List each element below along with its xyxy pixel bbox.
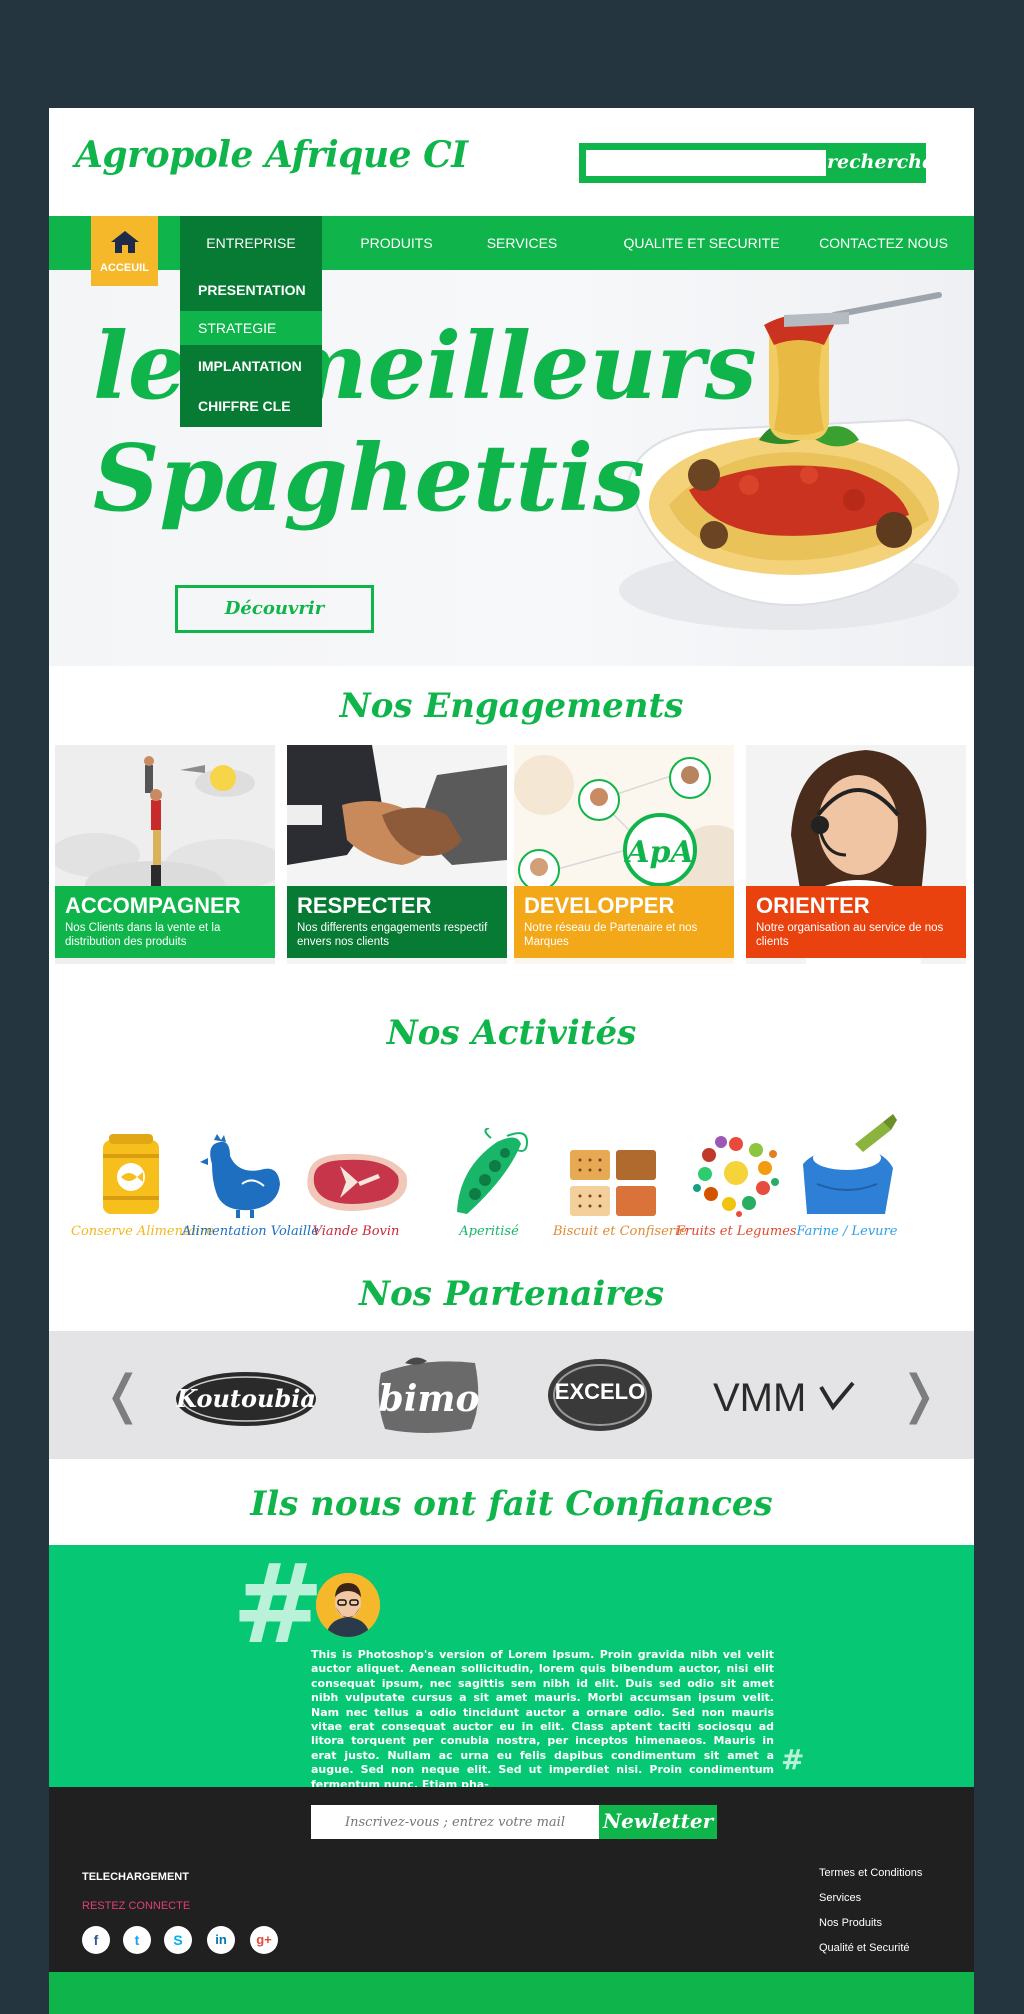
dropdown-presentation[interactable]: PRESENTATION (180, 270, 322, 311)
newsletter-email-input[interactable] (311, 1805, 599, 1839)
activity-volaille[interactable]: Alimentation Volaille (182, 1108, 319, 1239)
card-text: Notre réseau de Partenaire et nos Marque… (524, 922, 698, 948)
partenaires-title: Nos Partenaires (358, 1274, 665, 1314)
avatar-icon (316, 1573, 380, 1637)
partner-logo-koutoubia[interactable]: Koutoubia (173, 1369, 319, 1429)
activity-label: Fruits et Legumes (676, 1224, 797, 1239)
twitter-icon[interactable]: t (123, 1926, 151, 1954)
hero-title-line2: Spaghettis (93, 424, 645, 532)
card-title: ORIENTER (756, 893, 870, 918)
card-title: RESPECTER (297, 893, 432, 918)
search-button[interactable]: recherche (827, 143, 934, 183)
search-bar: recherche (579, 143, 934, 183)
site-logo[interactable]: Agropole Afrique CI (75, 134, 468, 176)
activity-fruits[interactable]: Fruits et Legumes (676, 1108, 797, 1239)
dropdown-chiffre-cle[interactable]: CHIFFRE CLE (180, 388, 322, 427)
google-plus-icon[interactable]: g+ (250, 1926, 278, 1954)
newsletter-button[interactable]: Newletter (599, 1805, 717, 1839)
linkedin-icon[interactable]: in (207, 1926, 235, 1954)
activity-label: Aperitisé (459, 1224, 519, 1239)
card-title: DEVELOPPER (524, 893, 675, 918)
newsletter-form: Newletter (311, 1805, 717, 1839)
nav-home[interactable]: ACCEUIL (91, 216, 158, 286)
search-input[interactable] (586, 150, 826, 176)
engagements-title: Nos Engagements (339, 686, 684, 726)
card-respecter[interactable]: RESPECTER Nos differents engagements res… (287, 745, 507, 964)
nav-qualite-securite[interactable]: QUALITE ET SECURITE (609, 216, 794, 270)
partner-logo-bimo[interactable]: bimo (375, 1353, 485, 1437)
partners-carousel: ❬ ❭ Koutoubia bimo EXCELO VMM (49, 1331, 974, 1459)
carousel-prev-icon[interactable]: ❬ (101, 1365, 145, 1425)
partner-name: EXCELO (555, 1379, 645, 1404)
carousel-next-icon[interactable]: ❭ (897, 1365, 941, 1425)
card-band: RESPECTER Nos differents engagements res… (287, 886, 507, 958)
activity-biscuit[interactable]: Biscuit et Confiserie (553, 1108, 687, 1239)
card-band: ORIENTER Notre organisation au service d… (746, 886, 966, 958)
card-text: Notre organisation au service de nos cli… (756, 922, 944, 948)
peas-icon (457, 1128, 529, 1214)
steak-icon (307, 1153, 408, 1211)
nav-entreprise[interactable]: ENTREPRISE (180, 216, 322, 270)
card-developper[interactable]: ApA DEVELOPPER Notre réseau de Partenair… (514, 745, 734, 964)
discover-button[interactable]: Découvrir (175, 585, 374, 633)
link-nos-produits[interactable]: Nos Produits (819, 1917, 922, 1929)
dropdown-implantation[interactable]: IMPLANTATION (180, 345, 322, 388)
fruits-icon (693, 1136, 779, 1217)
home-icon (110, 231, 139, 253)
confiance-title: Ils nous ont fait Confiances (250, 1484, 773, 1524)
card-text: Nos differents engagements respectif env… (297, 922, 488, 948)
footer-links: Termes et Conditions Services Nos Produi… (819, 1867, 922, 1967)
hashtag-small-icon: # (781, 1743, 805, 1776)
skype-icon[interactable]: S (164, 1926, 192, 1954)
card-title: ACCOMPAGNER (65, 893, 241, 918)
apa-badge: ApA (623, 835, 694, 870)
activity-label: Viande Bovin (312, 1224, 400, 1239)
activity-label: Alimentation Volaille (182, 1224, 319, 1239)
link-termes-conditions[interactable]: Termes et Conditions (819, 1867, 922, 1879)
biscuit-icon (570, 1150, 656, 1216)
nav-services[interactable]: SERVICES (467, 216, 577, 270)
activity-label: Farine / Levure (796, 1224, 898, 1239)
footer: Newletter TELECHARGEMENT RESTEZ CONNECTE… (49, 1787, 974, 2014)
testimonial-section: # This is Photoshop's version of Lorem I… (49, 1540, 974, 1791)
link-services[interactable]: Services (819, 1892, 922, 1904)
partner-logo-excelo[interactable]: EXCELO (546, 1355, 654, 1435)
card-band: DEVELOPPER Notre réseau de Partenaire et… (514, 886, 734, 958)
avatar (316, 1573, 380, 1637)
activity-conserve[interactable]: Conserve Alimentaire (71, 1108, 215, 1239)
partner-logo-vmm[interactable]: VMM (709, 1371, 859, 1421)
testimonial-text: This is Photoshop's version of Lorem Ips… (311, 1648, 774, 1791)
telechargement-link[interactable]: TELECHARGEMENT (82, 1871, 189, 1883)
card-orienter[interactable]: ORIENTER Notre organisation au service d… (746, 745, 966, 964)
activity-label: Conserve Alimentaire (71, 1224, 215, 1239)
activity-viande[interactable]: Viande Bovin (296, 1108, 416, 1239)
card-accompagner[interactable]: ACCOMPAGNER Nos Clients dans la vente et… (55, 745, 275, 964)
page-container: Agropole Afrique CI recherche ACCEUIL EN… (49, 108, 974, 2014)
footer-bar (49, 1972, 974, 2014)
partner-name: VMM (713, 1376, 806, 1420)
dropdown-strategie[interactable]: STRATEGIE (180, 311, 322, 345)
facebook-icon[interactable]: f (82, 1926, 110, 1954)
entreprise-dropdown: PRESENTATION STRATEGIE IMPLANTATION CHIF… (180, 270, 322, 427)
partner-name: bimo (379, 1378, 480, 1420)
link-qualite-securite[interactable]: Qualité et Securité (819, 1942, 922, 1954)
card-band: ACCOMPAGNER Nos Clients dans la vente et… (55, 886, 275, 958)
nav-home-label: ACCEUIL (100, 262, 149, 274)
can-icon (103, 1134, 159, 1214)
flour-icon (803, 1114, 897, 1214)
card-text: Nos Clients dans la vente et la distribu… (65, 922, 221, 948)
partner-name: Koutoubia (175, 1384, 316, 1413)
activity-aperitise[interactable]: Aperitisé (429, 1108, 549, 1239)
chicken-icon (200, 1134, 280, 1218)
activites-title: Nos Activités (386, 1013, 637, 1053)
activity-label: Biscuit et Confiserie (553, 1224, 687, 1239)
activity-farine[interactable]: Farine / Levure (787, 1108, 907, 1239)
nav-produits[interactable]: PRODUITS (339, 216, 454, 270)
nav-contactez-nous[interactable]: CONTACTEZ NOUS (801, 216, 966, 270)
restez-connecte-label: RESTEZ CONNECTE (82, 1900, 191, 1912)
